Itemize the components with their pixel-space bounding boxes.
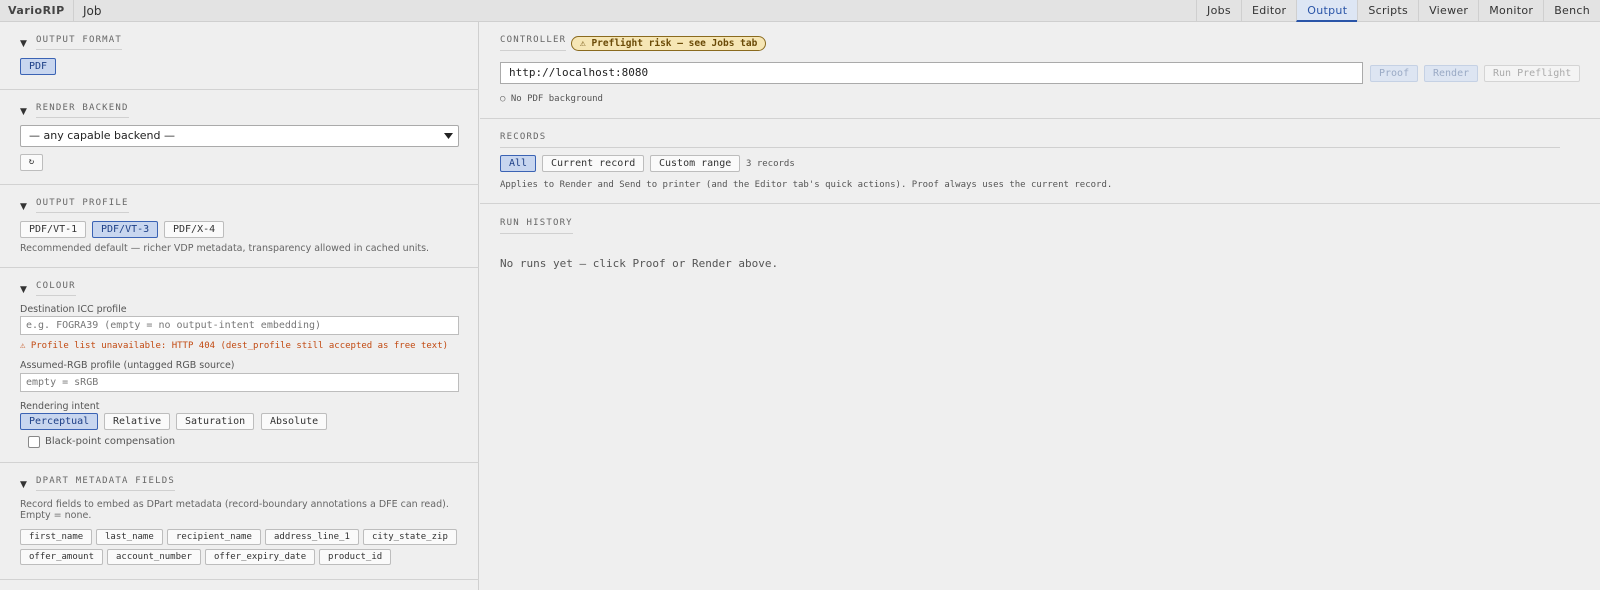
profile-hint: Recommended default — richer VDP metadat… bbox=[20, 243, 430, 254]
tab-bench[interactable]: Bench bbox=[1543, 0, 1600, 22]
bpc-label[interactable]: Black-point compensation bbox=[45, 436, 175, 447]
rgb-profile-input[interactable] bbox=[20, 373, 459, 392]
collapse-triangle-icon[interactable]: ▼ bbox=[20, 480, 36, 490]
proof-button[interactable]: Proof bbox=[1370, 65, 1419, 82]
profile-pdfvt3-button[interactable]: PDF/VT-3 bbox=[92, 221, 159, 238]
records-all-button[interactable]: All bbox=[500, 155, 537, 172]
field-chip[interactable]: last_name bbox=[96, 529, 163, 545]
chevron-down-icon bbox=[444, 133, 453, 139]
tab-editor[interactable]: Editor bbox=[1240, 0, 1296, 22]
section-title: CONTROLLER bbox=[500, 35, 567, 51]
render-button[interactable]: Render bbox=[1424, 65, 1479, 82]
controller-section: CONTROLLER ⚠ Preflight risk — see Jobs t… bbox=[480, 22, 1600, 119]
colour-header[interactable]: ▼ COLOUR bbox=[20, 281, 76, 296]
tab-jobs[interactable]: Jobs bbox=[1196, 0, 1241, 22]
output-profile-section: ▼ OUTPUT PROFILE PDF/VT-1 PDF/VT-3 PDF/X… bbox=[0, 185, 479, 268]
dpart-hint: Record fields to embed as DPart metadata… bbox=[20, 499, 449, 521]
field-chip[interactable]: city_state_zip bbox=[363, 529, 457, 545]
collapse-triangle-icon[interactable]: ▼ bbox=[20, 39, 36, 49]
output-profile-header[interactable]: ▼ OUTPUT PROFILE bbox=[20, 198, 129, 213]
field-chip[interactable]: offer_amount bbox=[20, 549, 104, 565]
field-chip[interactable]: recipient_name bbox=[167, 529, 261, 545]
records-custom-range-button[interactable]: Custom range bbox=[650, 155, 741, 172]
tab-output[interactable]: Output bbox=[1296, 0, 1358, 22]
intent-perceptual-button[interactable]: Perceptual bbox=[20, 413, 99, 430]
collapse-triangle-icon[interactable]: ▼ bbox=[20, 202, 36, 212]
format-pdf-button[interactable]: PDF bbox=[20, 58, 57, 75]
intent-saturation-button[interactable]: Saturation bbox=[176, 413, 255, 430]
dpart-header[interactable]: ▼ DPART METADATA FIELDS bbox=[20, 476, 175, 491]
records-note: Applies to Render and Send to printer (a… bbox=[500, 180, 1113, 190]
preflight-risk-badge[interactable]: ⚠ Preflight risk — see Jobs tab bbox=[571, 36, 767, 51]
section-title: OUTPUT PROFILE bbox=[36, 198, 129, 213]
controller-url-input[interactable]: http://localhost:8080 bbox=[500, 62, 1363, 84]
bpc-checkbox[interactable] bbox=[28, 436, 40, 448]
section-title: RECORDS bbox=[500, 132, 1560, 148]
backend-select[interactable]: — any capable backend — bbox=[20, 125, 459, 147]
backend-select-value: — any capable backend — bbox=[29, 129, 175, 142]
pdf-background-status: ○ No PDF background bbox=[500, 94, 603, 104]
field-chip[interactable]: account_number bbox=[107, 549, 201, 565]
divider bbox=[73, 0, 74, 22]
output-panel: CONTROLLER ⚠ Preflight risk — see Jobs t… bbox=[480, 22, 1600, 590]
settings-panel: ▼ OUTPUT FORMAT PDF ▼ RENDER BACKEND — a… bbox=[0, 22, 479, 590]
profile-warning: ⚠ Profile list unavailable: HTTP 404 (de… bbox=[20, 341, 449, 351]
main-tabs: Jobs Editor Output Scripts Viewer Monito… bbox=[1196, 0, 1600, 22]
section-title: DPART METADATA FIELDS bbox=[36, 476, 175, 491]
field-chip[interactable]: product_id bbox=[319, 549, 392, 565]
rgb-profile-label: Assumed-RGB profile (untagged RGB source… bbox=[20, 360, 235, 371]
output-format-section: ▼ OUTPUT FORMAT PDF bbox=[0, 22, 479, 90]
output-format-header[interactable]: ▼ OUTPUT FORMAT bbox=[20, 35, 123, 50]
section-title: COLOUR bbox=[36, 281, 76, 296]
refresh-backends-button[interactable]: ↻ bbox=[20, 154, 43, 171]
refresh-icon: ↻ bbox=[28, 157, 35, 167]
records-section: RECORDS All Current record Custom range … bbox=[480, 119, 1600, 204]
section-title: RUN HISTORY bbox=[500, 218, 573, 234]
tab-monitor[interactable]: Monitor bbox=[1478, 0, 1543, 22]
dpart-section: ▼ DPART METADATA FIELDS Record fields to… bbox=[0, 463, 479, 580]
field-chip[interactable]: address_line_1 bbox=[265, 529, 359, 545]
render-backend-section: ▼ RENDER BACKEND — any capable backend —… bbox=[0, 90, 479, 185]
field-chip[interactable]: offer_expiry_date bbox=[205, 549, 316, 565]
collapse-triangle-icon[interactable]: ▼ bbox=[20, 285, 36, 295]
records-current-button[interactable]: Current record bbox=[542, 155, 645, 172]
rendering-intent-label: Rendering intent bbox=[20, 401, 100, 412]
field-chip[interactable]: first_name bbox=[20, 529, 93, 545]
records-count: 3 records bbox=[746, 159, 795, 169]
top-bar: VarioRIP Job Jobs Editor Output Scripts … bbox=[0, 0, 1600, 22]
intent-absolute-button[interactable]: Absolute bbox=[261, 413, 328, 430]
intent-relative-button[interactable]: Relative bbox=[104, 413, 171, 430]
profile-pdfvt1-button[interactable]: PDF/VT-1 bbox=[20, 221, 87, 238]
history-empty-message: No runs yet — click Proof or Render abov… bbox=[500, 257, 779, 270]
section-title: RENDER BACKEND bbox=[36, 103, 129, 118]
profile-pdfx4-button[interactable]: PDF/X-4 bbox=[164, 221, 225, 238]
dest-profile-label: Destination ICC profile bbox=[20, 304, 127, 315]
app-brand: VarioRIP bbox=[8, 4, 65, 17]
job-name: Job bbox=[83, 4, 102, 18]
section-title: OUTPUT FORMAT bbox=[36, 35, 123, 50]
colour-section: ▼ COLOUR Destination ICC profile ⚠ Profi… bbox=[0, 268, 479, 463]
render-backend-header[interactable]: ▼ RENDER BACKEND bbox=[20, 103, 129, 118]
tab-scripts[interactable]: Scripts bbox=[1357, 0, 1418, 22]
tab-viewer[interactable]: Viewer bbox=[1418, 0, 1478, 22]
run-history-section: RUN HISTORY No runs yet — click Proof or… bbox=[480, 204, 1600, 590]
dest-profile-input[interactable] bbox=[20, 316, 459, 335]
collapse-triangle-icon[interactable]: ▼ bbox=[20, 107, 36, 117]
run-preflight-button[interactable]: Run Preflight bbox=[1484, 65, 1581, 82]
